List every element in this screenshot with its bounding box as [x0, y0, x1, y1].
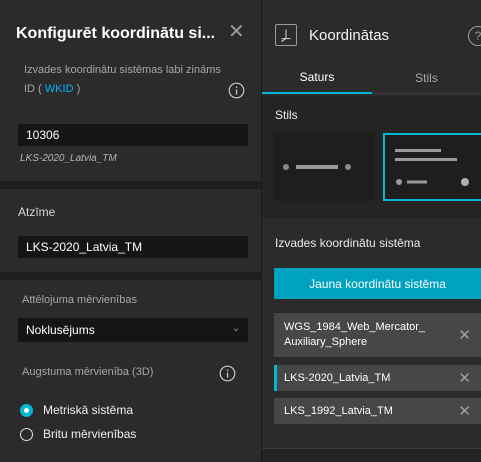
coordinates-panel: Koordinātas ? Saturs Stils Stils Izvades… [262, 0, 481, 462]
display-units-value: Noklusējums [26, 323, 95, 337]
remove-icon[interactable]: ✕ [458, 369, 471, 387]
radio-selected-icon[interactable] [20, 403, 33, 417]
coordinates-header: Koordinātas ? [262, 0, 481, 62]
remove-icon[interactable]: ✕ [458, 326, 471, 344]
wkid-link[interactable]: WKID [45, 83, 74, 95]
cs-list-item-active[interactable]: LKS-2020_Latvia_TM ✕ [274, 365, 481, 391]
display-units-label: Attēlojuma mērvienības [22, 294, 137, 306]
coordinates-title: Koordinātas [309, 27, 390, 44]
wkid-name: LKS-2020_Latvia_TM [20, 153, 117, 164]
help-icon[interactable]: ? [468, 26, 481, 46]
divider [0, 272, 261, 280]
new-coordinate-system-button[interactable]: Jauna koordinātu sistēma [274, 268, 481, 299]
panel-title: Konfigurēt koordinātu si... [16, 25, 216, 42]
wkid-label: Izvades koordinātu sistēmas labi zināms … [24, 61, 224, 99]
info-icon[interactable] [228, 82, 245, 99]
tab-stils[interactable]: Stils [372, 62, 481, 94]
style-preview-single-line-icon [283, 164, 351, 170]
divider [0, 181, 261, 189]
radio-imperial-label: Britu mērvienības [43, 427, 137, 441]
radio-metric[interactable]: Metriskā sistēma [20, 403, 133, 417]
style-option-2[interactable] [383, 133, 481, 201]
close-icon[interactable]: ✕ [228, 22, 245, 42]
style-label: Stils [275, 108, 298, 122]
radio-metric-label: Metriskā sistēma [43, 403, 134, 417]
output-cs-title: Izvades koordinātu sistēma [275, 236, 421, 250]
cs-item-label: LKS_1992_Latvia_TM [284, 404, 393, 417]
wkid-input[interactable]: 10306 [18, 124, 248, 146]
label-input[interactable]: LKS-2020_Latvia_TM [18, 236, 248, 258]
height-units-label: Augstuma mērvienība (3D) [22, 366, 154, 378]
cs-item-label: LKS-2020_Latvia_TM [284, 371, 391, 384]
display-units-select[interactable]: Noklusējums ⌄ [18, 318, 248, 342]
style-option-1[interactable] [274, 133, 374, 201]
cs-list-item[interactable]: WGS_1984_Web_Mercator_ Auxiliary_Sphere … [274, 313, 481, 357]
radio-imperial[interactable]: Britu mērvienības [20, 427, 136, 441]
label-heading: Atzīme [18, 205, 56, 219]
coordinates-icon [275, 24, 297, 46]
remove-icon[interactable]: ✕ [458, 402, 471, 420]
chevron-down-icon: ⌄ [231, 323, 240, 334]
info-icon[interactable] [219, 365, 236, 382]
divider [262, 448, 481, 462]
cs-list-item[interactable]: LKS_1992_Latvia_TM ✕ [274, 398, 481, 424]
cs-item-label: WGS_1984_Web_Mercator_ Auxiliary_Sphere [284, 321, 426, 348]
tab-saturs[interactable]: Saturs [262, 62, 372, 94]
configure-coordinate-panel: Konfigurēt koordinātu si... ✕ Izvades ko… [0, 0, 261, 462]
style-preview-multi-line-icon [395, 149, 469, 186]
wkid-label-suffix: ) [76, 83, 81, 95]
radio-unselected-icon[interactable] [20, 427, 33, 441]
